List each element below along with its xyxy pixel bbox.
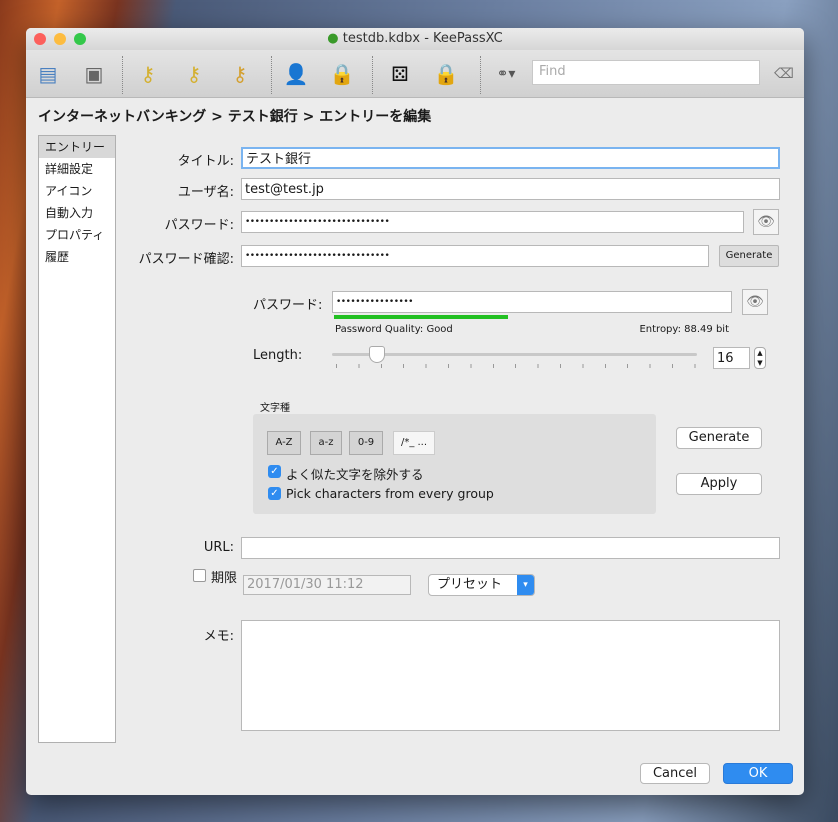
sidebar: エントリー 詳細設定 アイコン 自動入力 プロパティ 履歴: [38, 135, 116, 743]
notes-label: メモ:: [203, 629, 234, 644]
cancel-button[interactable]: Cancel: [640, 763, 710, 784]
delete-entry-icon[interactable]: ⚷: [226, 60, 254, 88]
repeat-password-input[interactable]: ••••••••••••••••••••••••••••••: [241, 245, 709, 267]
lock-icon[interactable]: 🔒: [432, 60, 460, 88]
charset-uppercase-toggle[interactable]: A-Z: [267, 431, 301, 455]
every-group-label: Pick characters from every group: [286, 486, 494, 501]
length-slider[interactable]: [332, 353, 697, 356]
new-database-icon[interactable]: ▤: [34, 60, 62, 88]
keepassxc-window: ● testdb.kdbx - KeePassXC ▤ ▣ ⚷ ⚷ ⚷ 👤 🔒 …: [26, 28, 804, 795]
quality-label: Password Quality: Good: [335, 324, 453, 335]
chevron-down-icon: ▾: [517, 575, 534, 595]
save-icon[interactable]: ▣: [80, 60, 108, 88]
search-input[interactable]: Find: [532, 60, 760, 85]
password-generator-icon[interactable]: ⚄: [386, 60, 414, 88]
length-spinbox[interactable]: 16: [713, 347, 750, 369]
username-input[interactable]: test@test.jp: [241, 178, 780, 200]
copy-password-icon[interactable]: 🔒: [328, 60, 356, 88]
app-icon: ●: [327, 31, 339, 46]
title-bar: ● testdb.kdbx - KeePassXC: [26, 28, 804, 50]
window-title: testdb.kdbx - KeePassXC: [342, 31, 503, 46]
charset-digits-toggle[interactable]: 0-9: [349, 431, 383, 455]
breadcrumb: インターネットバンキング > テスト銀行 > エントリーを編集: [38, 109, 432, 125]
charset-lowercase-toggle[interactable]: a-z: [310, 431, 342, 455]
presets-label: プリセット: [437, 577, 503, 592]
quality-bar-fill: [334, 315, 508, 319]
url-label: URL:: [203, 540, 234, 555]
expires-label: 期限: [211, 571, 238, 586]
generator-show-password-eye-icon[interactable]: 👁: [742, 289, 768, 315]
minimize-window-button[interactable]: [54, 33, 66, 45]
username-label: ユーザ名:: [177, 185, 234, 200]
sidebar-item-history[interactable]: 履歴: [39, 246, 115, 268]
show-password-eye-icon[interactable]: 👁: [753, 209, 779, 235]
charset-group: A-Z a-z 0-9 /*_ ... ✓ よく似た文字を除外する ✓ Pick…: [253, 414, 656, 514]
expires-checkbox[interactable]: [193, 569, 206, 582]
title-input[interactable]: テスト銀行: [241, 147, 780, 169]
expires-datetime-input[interactable]: 2017/01/30 11:12: [243, 575, 411, 595]
toolbar: ▤ ▣ ⚷ ⚷ ⚷ 👤 🔒 ⚄ 🔒 ⚭▾ Find ⌫: [26, 50, 804, 98]
charset-title: 文字種: [260, 403, 290, 414]
entropy-label: Entropy: 88.49 bit: [639, 324, 729, 335]
sidebar-item-advanced[interactable]: 詳細設定: [39, 158, 115, 180]
length-stepper[interactable]: ▲ ▼: [754, 347, 766, 369]
charset-special-toggle[interactable]: /*_ ...: [393, 431, 435, 455]
search-icon[interactable]: ⚭▾: [492, 60, 520, 88]
password-input[interactable]: ••••••••••••••••••••••••••••••: [241, 211, 744, 233]
generator-password-label: パスワード:: [253, 298, 323, 313]
length-slider-handle[interactable]: [369, 346, 385, 363]
copy-username-icon[interactable]: 👤: [282, 60, 310, 88]
sidebar-item-icon[interactable]: アイコン: [39, 180, 115, 202]
generate-button[interactable]: Generate: [676, 427, 762, 449]
repeat-password-label: パスワード確認:: [138, 252, 234, 267]
sidebar-item-properties[interactable]: プロパティ: [39, 224, 115, 246]
generate-toggle-button[interactable]: Generate: [719, 245, 779, 267]
edit-entry-icon[interactable]: ⚷: [180, 60, 208, 88]
close-window-button[interactable]: [34, 33, 46, 45]
url-input[interactable]: [241, 537, 780, 559]
quality-bar: [334, 315, 508, 319]
add-entry-icon[interactable]: ⚷: [134, 60, 162, 88]
title-label: タイトル:: [177, 154, 234, 169]
length-label: Length:: [253, 348, 303, 363]
apply-button[interactable]: Apply: [676, 473, 762, 495]
ok-button[interactable]: OK: [723, 763, 793, 784]
zoom-window-button[interactable]: [74, 33, 86, 45]
clear-search-icon[interactable]: ⌫: [770, 60, 798, 88]
generator-password-input[interactable]: ••••••••••••••••: [332, 291, 732, 313]
notes-textarea[interactable]: [241, 620, 780, 731]
exclude-lookalike-label: よく似た文字を除外する: [286, 467, 424, 482]
every-group-checkbox[interactable]: ✓: [268, 487, 281, 500]
slider-ticks: [336, 364, 696, 368]
sidebar-item-autotype[interactable]: 自動入力: [39, 202, 115, 224]
exclude-lookalike-checkbox[interactable]: ✓: [268, 465, 281, 478]
sidebar-item-entry[interactable]: エントリー: [39, 136, 115, 158]
password-label: パスワード:: [164, 218, 234, 233]
presets-dropdown[interactable]: プリセット ▾: [428, 574, 535, 596]
